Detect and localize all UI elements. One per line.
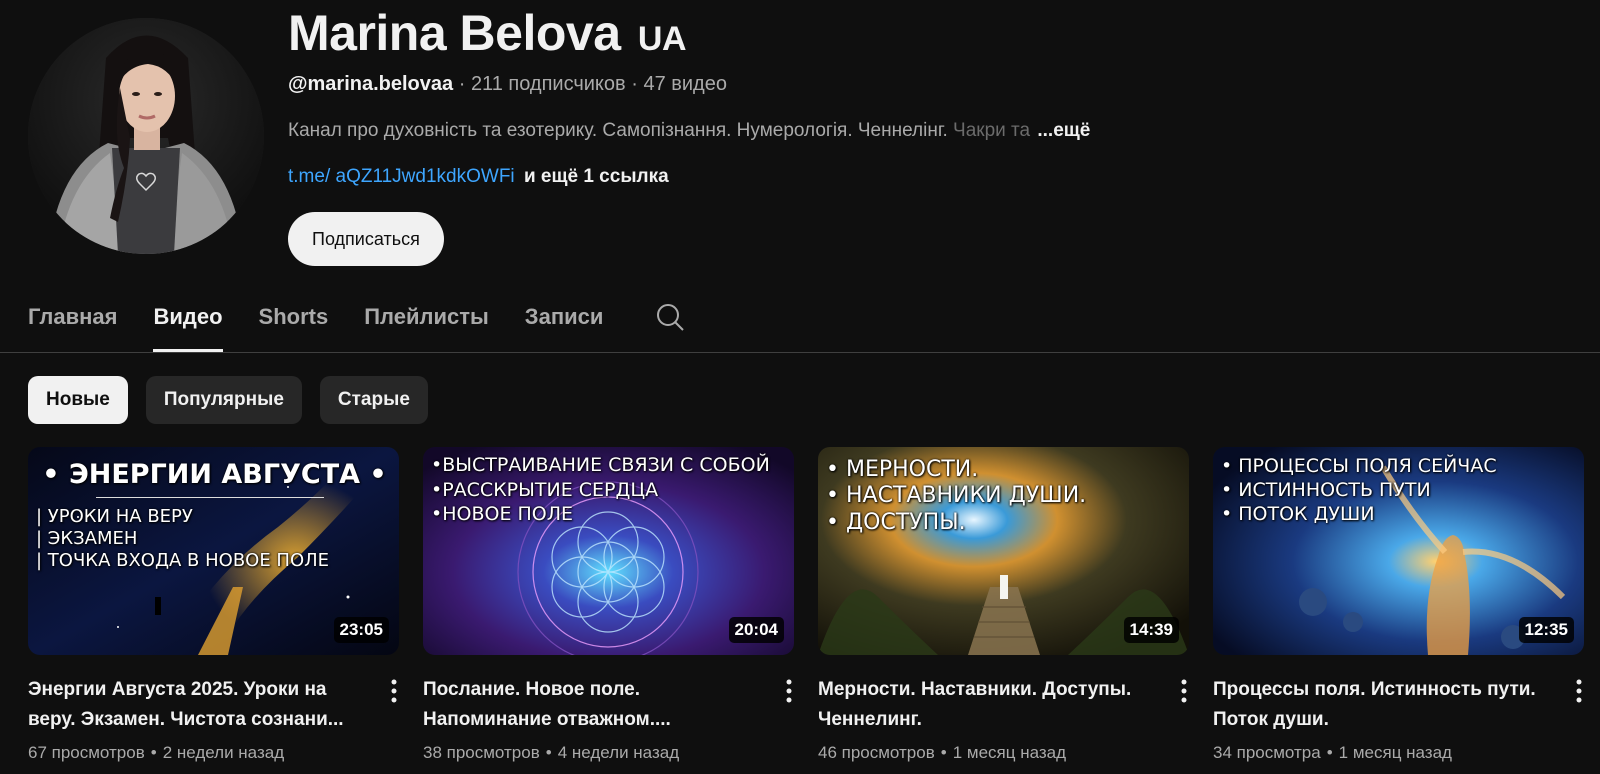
- channel-name: Marina Belova UA: [288, 4, 687, 62]
- thumbnail-line: • НАСТАВНИКИ ДУШИ.: [826, 483, 1087, 509]
- upload-age: 1 месяц назад: [1338, 743, 1452, 762]
- video-card: • ЭНЕРГИИ АВГУСТА • | УРОКИ НА ВЕРУ | ЭК…: [28, 447, 399, 763]
- video-count: 47 видео: [643, 73, 727, 95]
- channel-avatar[interactable]: [28, 18, 264, 254]
- tab-playlists[interactable]: Плейлисты: [364, 296, 489, 352]
- video-title[interactable]: Энергии Августа 2025. Уроки на веру. Экз…: [28, 675, 363, 735]
- view-count: 34 просмотра: [1213, 743, 1321, 762]
- video-card: • МЕРНОСТИ. • НАСТАВНИКИ ДУШИ. • ДОСТУПЫ…: [818, 447, 1189, 763]
- thumbnail-text: • ПРОЦЕССЫ ПОЛЯ СЕЙЧАС • ИСТИННОСТЬ ПУТИ…: [1221, 455, 1578, 526]
- thumbnail-text: •ВЫСТРАИВАНИЕ СВЯЗИ С СОБОЙ •РАССКРЫТИЕ …: [431, 453, 788, 527]
- video-duration: 12:35: [1518, 617, 1574, 643]
- channel-name-suffix: UA: [637, 20, 687, 58]
- thumbnail-line: | УРОКИ НА ВЕРУ: [36, 506, 193, 528]
- tab-shorts[interactable]: Shorts: [259, 296, 329, 352]
- stats-dot: •: [1326, 743, 1333, 762]
- thumbnail-text: • МЕРНОСТИ. • НАСТАВНИКИ ДУШИ. • ДОСТУПЫ…: [826, 457, 1183, 536]
- video-details: Послание. Новое поле. Напоминание отважн…: [423, 675, 794, 763]
- video-stats: 38 просмотров • 4 недели назад: [423, 743, 758, 763]
- more-actions-icon[interactable]: [391, 679, 397, 708]
- video-details: Процессы поля. Истинность пути. Поток ду…: [1213, 675, 1584, 763]
- video-stats: 34 просмотра • 1 месяц назад: [1213, 743, 1548, 763]
- video-duration: 23:05: [333, 617, 389, 643]
- description-more-link[interactable]: ...ещё: [1037, 120, 1090, 141]
- video-thumbnail[interactable]: • ЭНЕРГИИ АВГУСТА • | УРОКИ НА ВЕРУ | ЭК…: [28, 447, 399, 655]
- stats-dot: •: [545, 743, 552, 762]
- more-actions-icon[interactable]: [786, 679, 792, 708]
- upload-age: 1 месяц назад: [952, 743, 1067, 762]
- channel-name-text: Marina Belova: [288, 5, 621, 61]
- subscribe-button[interactable]: Подписаться: [288, 212, 444, 266]
- video-details: Энергии Августа 2025. Уроки на веру. Экз…: [28, 675, 399, 763]
- video-thumbnail[interactable]: •ВЫСТРАИВАНИЕ СВЯЗИ С СОБОЙ •РАССКРЫТИЕ …: [423, 447, 794, 655]
- avatar-portrait: [28, 18, 264, 254]
- thumbnail-line: • ПРОЦЕССЫ ПОЛЯ СЕЙЧАС: [1221, 455, 1497, 477]
- sort-chips: Новые Популярные Старые: [28, 376, 428, 424]
- thumbnail-line: • МЕРНОСТИ.: [826, 457, 979, 482]
- video-duration: 14:39: [1123, 617, 1179, 643]
- video-duration: 20:04: [728, 617, 784, 643]
- channel-description[interactable]: Канал про духовність та езотерику. Самоп…: [288, 120, 1090, 142]
- thumbnail-text: • ЭНЕРГИИ АВГУСТА • | УРОКИ НА ВЕРУ | ЭК…: [36, 453, 393, 571]
- tab-videos[interactable]: Видео: [153, 296, 223, 352]
- view-count: 46 просмотров: [818, 743, 935, 762]
- upload-age: 4 недели назад: [557, 743, 680, 762]
- thumbnail-line: • ДОСТУПЫ.: [826, 509, 966, 535]
- subscriber-count: 211 подписчиков: [470, 73, 626, 95]
- more-actions-icon[interactable]: [1576, 679, 1582, 708]
- video-grid: • ЭНЕРГИИ АВГУСТА • | УРОКИ НА ВЕРУ | ЭК…: [28, 447, 1584, 763]
- tabs-divider: [0, 352, 1600, 353]
- video-thumbnail[interactable]: • МЕРНОСТИ. • НАСТАВНИКИ ДУШИ. • ДОСТУПЫ…: [818, 447, 1189, 655]
- tab-home[interactable]: Главная: [28, 296, 117, 352]
- meta-separator: ·: [458, 73, 466, 95]
- tab-posts[interactable]: Записи: [525, 296, 604, 352]
- video-thumbnail[interactable]: • ПРОЦЕССЫ ПОЛЯ СЕЙЧАС • ИСТИННОСТЬ ПУТИ…: [1213, 447, 1584, 655]
- video-card: •ВЫСТРАИВАНИЕ СВЯЗИ С СОБОЙ •РАССКРЫТИЕ …: [423, 447, 794, 763]
- more-actions-icon[interactable]: [1181, 679, 1187, 708]
- upload-age: 2 недели назад: [162, 743, 285, 762]
- stats-dot: •: [150, 743, 157, 762]
- thumbnail-line: | ЭКЗАМЕН: [36, 527, 138, 549]
- video-title[interactable]: Послание. Новое поле. Напоминание отважн…: [423, 675, 758, 735]
- view-count: 38 просмотров: [423, 743, 540, 762]
- thumbnail-line: • ПОТОК ДУШИ: [1221, 502, 1375, 525]
- description-fade-text: Чакри та: [953, 120, 1031, 141]
- channel-links: t.me/ aQZ11Jwd1kdkOWFi и ещё 1 ссылка: [288, 166, 669, 188]
- description-text: Канал про духовність та езотерику. Самоп…: [288, 120, 948, 141]
- chip-newest[interactable]: Новые: [28, 376, 128, 424]
- telegram-link[interactable]: t.me/ aQZ11Jwd1kdkOWFi: [288, 166, 515, 187]
- video-stats: 67 просмотров • 2 недели назад: [28, 743, 363, 763]
- search-icon[interactable]: [655, 296, 685, 337]
- thumbnail-line: • ИСТИННОСТЬ ПУТИ: [1221, 478, 1431, 501]
- channel-page: Marina Belova UA @marina.belovaa · 211 п…: [0, 0, 1600, 774]
- channel-tabs: Главная Видео Shorts Плейлисты Записи: [28, 296, 685, 352]
- channel-meta: @marina.belovaa · 211 подписчиков · 47 в…: [288, 73, 727, 96]
- video-title[interactable]: Мерности. Наставники. Доступы. Ченнелинг…: [818, 675, 1153, 735]
- thumbnail-heading: • ЭНЕРГИИ АВГУСТА •: [42, 459, 387, 490]
- thumbnail-line: | ТОЧКА ВХОДА В НОВОЕ ПОЛЕ: [36, 549, 330, 571]
- video-card: • ПРОЦЕССЫ ПОЛЯ СЕЙЧАС • ИСТИННОСТЬ ПУТИ…: [1213, 447, 1584, 763]
- video-stats: 46 просмотров • 1 месяц назад: [818, 743, 1153, 763]
- more-links-button[interactable]: и ещё 1 ссылка: [524, 166, 669, 187]
- thumbnail-line: •ВЫСТРАИВАНИЕ СВЯЗИ С СОБОЙ: [431, 454, 770, 476]
- thumbnail-line: •НОВОЕ ПОЛЕ: [431, 503, 574, 526]
- channel-handle: @marina.belovaa: [288, 73, 454, 95]
- view-count: 67 просмотров: [28, 743, 145, 762]
- meta-separator: ·: [631, 73, 638, 95]
- video-details: Мерности. Наставники. Доступы. Ченнелинг…: [818, 675, 1189, 763]
- thumbnail-line: •РАССКРЫТИЕ СЕРДЦА: [431, 478, 659, 501]
- video-title[interactable]: Процессы поля. Истинность пути. Поток ду…: [1213, 675, 1548, 735]
- stats-dot: •: [940, 743, 947, 762]
- chip-oldest[interactable]: Старые: [319, 376, 428, 424]
- chip-popular[interactable]: Популярные: [145, 376, 302, 424]
